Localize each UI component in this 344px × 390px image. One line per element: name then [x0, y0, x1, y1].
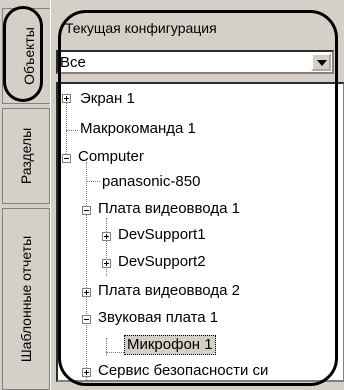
tree-item-security-service[interactable]: Сервис безопасности си [98, 362, 268, 380]
tree-line [66, 94, 67, 154]
dropdown-button[interactable] [311, 53, 331, 71]
collapse-icon[interactable] [62, 154, 71, 163]
tree-item-microphone-1[interactable]: Микрофон 1 [124, 335, 216, 355]
chevron-down-icon [317, 60, 327, 66]
tree-line [66, 130, 78, 131]
tab-objects-label: Объекты [20, 27, 37, 85]
tab-objects[interactable]: Объекты [2, 8, 54, 104]
configuration-filter-select[interactable]: Все [56, 50, 334, 74]
tab-template-reports-label: Шаблонные отчеты [18, 235, 34, 363]
group-title: Текущая конфигурация [63, 20, 219, 36]
tree-item-video-card-1[interactable]: Плата видеоввода 1 [98, 200, 240, 218]
tree-item-panasonic[interactable]: panasonic-850 [102, 173, 200, 191]
expand-icon[interactable] [62, 94, 71, 103]
collapse-icon[interactable] [82, 315, 91, 324]
objects-window: Объекты Разделы Шаблонные отчеты Все Экр… [0, 0, 344, 390]
collapse-icon[interactable] [82, 206, 91, 215]
vertical-tab-strip: Объекты Разделы Шаблонные отчеты [0, 0, 54, 390]
tree-line [86, 162, 87, 380]
object-tree[interactable]: Экран 1 Макрокоманда 1 Computer panasoni… [56, 82, 344, 382]
tab-sections-label: Разделы [18, 127, 34, 185]
tree-line [106, 352, 124, 353]
configuration-panel: Все Экран 1 Макрокоманда 1 Computer pana… [50, 0, 344, 390]
tree-item-sound-card-1[interactable]: Звуковая плата 1 [98, 309, 218, 327]
tree-line [106, 338, 107, 356]
expand-icon[interactable] [82, 288, 91, 297]
expand-icon[interactable] [102, 259, 111, 268]
tree-item-screen-1[interactable]: Экран 1 [80, 90, 135, 108]
expand-icon[interactable] [82, 368, 91, 377]
tab-sections[interactable]: Разделы [2, 108, 50, 204]
tree-item-devsupport-1[interactable]: DevSupport1 [118, 226, 206, 244]
tree-line [86, 181, 100, 182]
expand-icon[interactable] [102, 232, 111, 241]
tree-item-macro-1[interactable]: Макрокоманда 1 [80, 120, 196, 138]
configuration-filter-value: Все [60, 54, 86, 71]
tree-item-computer[interactable]: Computer [78, 148, 144, 166]
tree-item-video-card-2[interactable]: Плата видеоввода 2 [98, 282, 240, 300]
tab-template-reports[interactable]: Шаблонные отчеты [2, 208, 50, 390]
tree-item-devsupport-2[interactable]: DevSupport2 [118, 253, 206, 271]
